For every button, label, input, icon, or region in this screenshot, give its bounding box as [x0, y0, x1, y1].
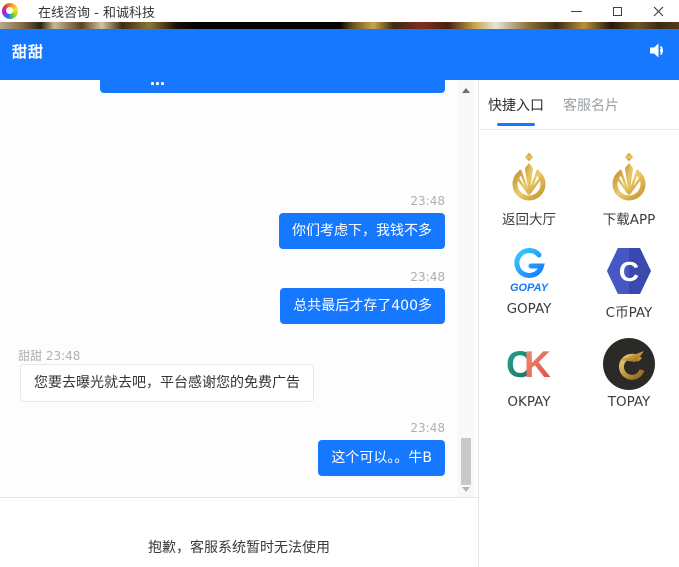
agent-name: 甜甜: [12, 41, 44, 62]
shortcut-label: GOPAY: [507, 301, 552, 317]
right-panel: 快捷入口 客服名片: [478, 80, 679, 567]
svg-text:K: K: [524, 344, 551, 385]
shortcut-okpay[interactable]: C K OKPAY: [479, 336, 579, 429]
sound-toggle-button[interactable]: [648, 42, 667, 59]
shortcut-label: 返回大厅: [502, 208, 556, 228]
chat-footer: 抱歉，客服系统暂时无法使用: [0, 497, 478, 567]
maximize-icon: [613, 7, 622, 16]
message-list: … 23:48 你们考虑下，我钱不多 23:48 总共最后才存了400多 甜甜 …: [0, 80, 478, 497]
okpay-logo-icon: C K: [505, 342, 553, 386]
shortcut-label: OKPAY: [507, 394, 550, 410]
scroll-down-button[interactable]: [458, 483, 474, 495]
tab-quick-entry[interactable]: 快捷入口: [488, 80, 544, 129]
scroll-up-button[interactable]: [458, 84, 474, 96]
shortcut-label: 下载APP: [603, 208, 656, 228]
titlebar: 在线咨询 - 和诚科技: [0, 0, 679, 22]
close-button[interactable]: [638, 0, 679, 22]
shortcut-gopay[interactable]: GOPAY GOPAY: [479, 243, 579, 336]
scrollbar-thumb[interactable]: [461, 438, 471, 485]
shortcut-cbipay[interactable]: C C币PAY: [579, 243, 679, 336]
chat-header: 甜甜: [0, 29, 679, 80]
shortcut-label: C币PAY: [606, 301, 653, 321]
window-controls: [556, 0, 679, 22]
outgoing-message-bubble: 总共最后才存了400多: [280, 288, 445, 324]
message-timestamp: 23:48: [410, 496, 445, 497]
window-title: 在线咨询 - 和诚科技: [38, 2, 155, 21]
download-app-gold-emblem-icon: [605, 152, 653, 204]
svg-text:C: C: [619, 256, 639, 287]
shortcut-download-app[interactable]: 下载APP: [579, 150, 679, 243]
gopay-logo-icon: GOPAY: [506, 247, 552, 295]
svg-text:GOPAY: GOPAY: [510, 282, 550, 294]
outgoing-message-bubble: 你们考虑下，我钱不多: [279, 213, 445, 249]
chat-column: … 23:48 你们考虑下，我钱不多 23:48 总共最后才存了400多 甜甜 …: [0, 80, 478, 567]
scroll-down-icon: [462, 487, 470, 492]
minimize-icon: [571, 11, 582, 12]
lobby-gold-emblem-icon: [505, 152, 553, 204]
maximize-button[interactable]: [597, 0, 638, 22]
cbipay-logo-icon: C: [606, 246, 652, 296]
outgoing-message-bubble: 这个可以。。牛B: [318, 440, 445, 476]
close-icon: [653, 6, 664, 17]
app-window: 在线咨询 - 和诚科技 甜甜: [0, 0, 679, 567]
minimize-button[interactable]: [556, 0, 597, 22]
topay-logo-icon: [603, 338, 655, 390]
speaker-icon: [648, 42, 667, 59]
message-timestamp: 23:48: [410, 421, 445, 435]
background-image-strip: [0, 22, 679, 29]
chat-scrollbar[interactable]: [458, 80, 474, 497]
shortcut-return-lobby[interactable]: 返回大厅: [479, 150, 579, 243]
message-timestamp: 23:48: [410, 194, 445, 208]
shortcut-topay[interactable]: TOPAY: [579, 336, 679, 429]
scroll-up-icon: [462, 88, 470, 93]
system-unavailable-notice: 抱歉，客服系统暂时无法使用: [148, 537, 330, 557]
message-timestamp: 23:48: [410, 270, 445, 284]
agent-message-label: 甜甜 23:48: [18, 347, 80, 364]
partial-message-text: …: [150, 80, 167, 89]
shortcut-grid: 返回大厅 下载APP: [479, 130, 679, 429]
partial-message-bubble: …: [100, 80, 445, 93]
app-logo-icon: [2, 3, 18, 19]
incoming-message-bubble: 您要去曝光就去吧，平台感谢您的免费广告: [20, 364, 314, 402]
tab-agent-card[interactable]: 客服名片: [563, 80, 619, 129]
panel-tabs: 快捷入口 客服名片: [479, 80, 679, 130]
shortcut-label: TOPAY: [608, 394, 651, 410]
